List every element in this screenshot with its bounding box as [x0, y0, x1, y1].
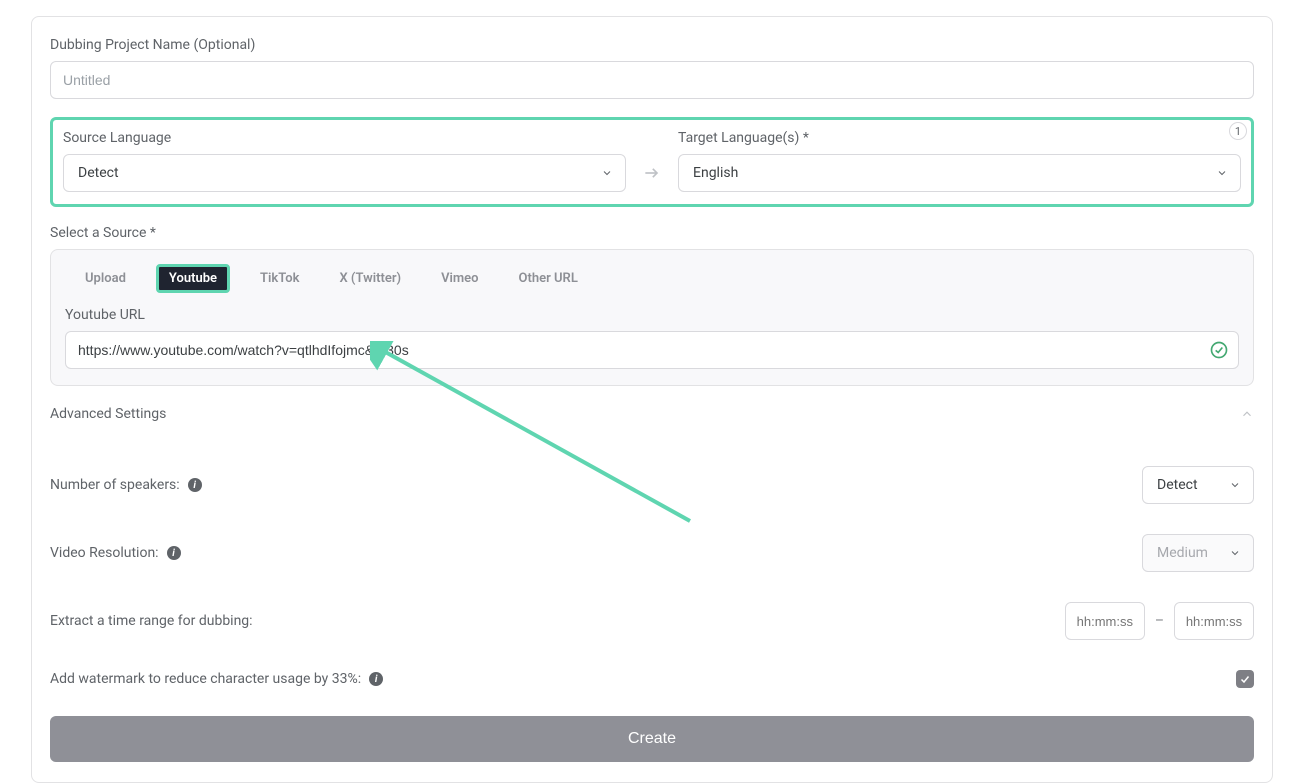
info-icon[interactable]: i	[188, 478, 202, 492]
watermark-label: Add watermark to reduce character usage …	[50, 671, 361, 687]
chevron-down-icon	[1216, 167, 1228, 179]
watermark-checkbox[interactable]	[1236, 670, 1254, 688]
arrow-right-icon	[640, 154, 664, 192]
advanced-settings-label: Advanced Settings	[50, 406, 166, 422]
resolution-select[interactable]: Medium	[1142, 534, 1254, 572]
resolution-label: Video Resolution:	[50, 545, 159, 561]
target-language-value: English	[693, 165, 738, 181]
info-icon[interactable]: i	[369, 672, 383, 686]
language-row-highlight: Source Language Detect 1 Target Language…	[50, 117, 1254, 207]
target-language-select[interactable]: English	[678, 154, 1241, 192]
resolution-value: Medium	[1157, 545, 1208, 561]
info-icon[interactable]: i	[167, 546, 181, 560]
project-name-label: Dubbing Project Name (Optional)	[50, 37, 1254, 53]
tab-vimeo[interactable]: Vimeo	[431, 265, 488, 292]
tab-other-url[interactable]: Other URL	[509, 265, 588, 292]
time-range-dash: –	[1155, 613, 1164, 629]
time-to-input[interactable]	[1174, 602, 1254, 640]
speakers-select[interactable]: Detect	[1142, 466, 1254, 504]
chevron-down-icon	[1229, 479, 1241, 491]
chevron-down-icon	[1229, 547, 1241, 559]
target-language-label: Target Language(s) *	[678, 130, 1241, 146]
source-language-label: Source Language	[63, 130, 626, 146]
time-from-input[interactable]	[1065, 602, 1145, 640]
source-language-select[interactable]: Detect	[63, 154, 626, 192]
chevron-up-icon[interactable]	[1240, 407, 1254, 421]
create-button[interactable]: Create	[50, 716, 1254, 762]
chevron-down-icon	[601, 167, 613, 179]
speakers-label: Number of speakers:	[50, 477, 180, 493]
target-count-badge: 1	[1229, 122, 1247, 140]
speakers-value: Detect	[1157, 477, 1198, 493]
source-tabs: Upload Youtube TikTok X (Twitter) Vimeo …	[75, 264, 1239, 293]
youtube-url-input[interactable]	[65, 331, 1239, 369]
timerange-label: Extract a time range for dubbing:	[50, 613, 253, 629]
source-panel: Upload Youtube TikTok X (Twitter) Vimeo …	[50, 249, 1254, 386]
tab-youtube[interactable]: Youtube	[156, 264, 230, 293]
source-language-value: Detect	[78, 165, 119, 181]
youtube-url-label: Youtube URL	[65, 307, 1239, 323]
project-name-input[interactable]	[50, 61, 1254, 99]
dubbing-form-card: Dubbing Project Name (Optional) Source L…	[31, 16, 1273, 783]
select-source-label: Select a Source *	[50, 225, 1254, 241]
tab-tiktok[interactable]: TikTok	[250, 265, 309, 292]
check-icon	[1239, 673, 1251, 685]
tab-x-twitter[interactable]: X (Twitter)	[329, 265, 411, 292]
tab-upload[interactable]: Upload	[75, 265, 136, 292]
check-circle-icon	[1209, 340, 1229, 360]
